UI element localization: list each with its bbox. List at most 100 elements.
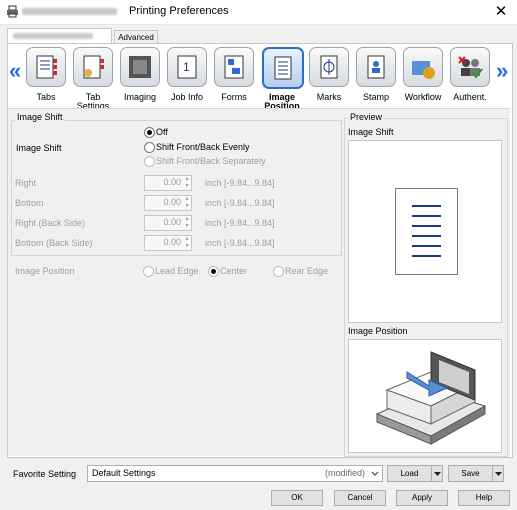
shift-separately-label: Shift Front/Back Separately — [156, 156, 266, 166]
window-title: Printing Preferences — [129, 5, 229, 17]
image-shift-label: Image Shift — [16, 143, 62, 153]
bottom-back-side-label: Bottom (Back Side) — [15, 238, 93, 248]
rear-edge-radio[interactable] — [273, 266, 284, 277]
right-back-side-unit: inch [-9.84...9.84] — [205, 218, 275, 228]
right-back-side-label: Right (Back Side) — [15, 218, 86, 228]
tab-device-label — [13, 33, 93, 39]
svg-text:1: 1 — [183, 60, 190, 74]
rear-edge-label: Rear Edge — [285, 266, 329, 276]
ok-button[interactable]: OK — [271, 490, 323, 506]
spinner-value: 0.00 — [163, 177, 181, 187]
preview-image-shift-title: Image Shift — [348, 127, 394, 137]
chevron-down-icon — [371, 471, 379, 476]
bottom-label: Bottom — [15, 198, 44, 208]
text-lines-icon — [412, 205, 441, 257]
tabs-icon — [36, 55, 57, 79]
spin-down-icon[interactable]: ▼ — [183, 243, 191, 250]
load-menu-button[interactable] — [431, 465, 443, 482]
spin-down-icon[interactable]: ▼ — [183, 223, 191, 230]
favorite-setting-select[interactable]: Default Settings (modified) — [87, 465, 383, 482]
center-radio[interactable] — [208, 266, 219, 277]
apply-button[interactable]: Apply — [396, 490, 448, 506]
paper-stack-illustration — [375, 351, 487, 445]
right-spinner[interactable]: 0.00 ▲ ▼ — [144, 175, 192, 191]
lead-edge-label: Lead Edge — [155, 266, 199, 276]
printer-icon — [7, 5, 18, 18]
toolbar-button-forms[interactable] — [214, 47, 254, 87]
shift-evenly-radio[interactable] — [144, 142, 155, 153]
job-info-icon: 1 — [177, 55, 197, 79]
toolbar-button-authent[interactable] — [450, 47, 490, 87]
bottom-unit: inch [-9.84...9.84] — [205, 198, 275, 208]
scroll-right-button[interactable]: » — [496, 60, 508, 82]
toolbar-label-authent: Authent. — [453, 92, 487, 102]
spinner-value: 0.00 — [163, 217, 181, 227]
center-label: Center — [220, 266, 248, 276]
load-button[interactable]: Load — [387, 465, 432, 482]
image-shift-group-title: Image Shift — [15, 112, 65, 122]
toolbar-label-forms: Forms — [221, 92, 247, 102]
spin-down-icon[interactable]: ▼ — [183, 203, 191, 210]
image-shift-preview — [348, 140, 502, 323]
image-shift-off-radio[interactable] — [144, 127, 155, 138]
toolbar-label-imaging: Imaging — [123, 92, 157, 102]
toolbar-button-tabs[interactable] — [26, 47, 66, 87]
right-unit: inch [-9.84...9.84] — [205, 178, 275, 188]
preview-page — [395, 188, 458, 275]
bottom-back-side-unit: inch [-9.84...9.84] — [205, 238, 275, 248]
toolbar-button-marks[interactable] — [309, 47, 349, 87]
save-menu-button[interactable] — [492, 465, 504, 482]
spin-down-icon[interactable]: ▼ — [183, 183, 191, 190]
toolbar-button-stamp[interactable] — [356, 47, 396, 87]
right-label: Right — [15, 178, 37, 188]
toolbar-button-image-position[interactable] — [262, 47, 304, 89]
image-position-icon — [274, 56, 292, 80]
scroll-left-button[interactable]: « — [9, 60, 21, 82]
preview-image-position-title: Image Position — [348, 326, 408, 336]
preview-group-title: Preview — [348, 112, 385, 122]
favorite-setting-label: Favorite Setting — [13, 469, 77, 479]
favorite-modified-label: (modified) — [325, 468, 366, 478]
imaging-icon — [129, 56, 151, 78]
toolbar-label-workflow: Workflow — [404, 92, 442, 102]
bottom-back-side-spinner[interactable]: 0.00 ▲ ▼ — [144, 235, 192, 251]
lead-edge-radio[interactable] — [143, 266, 154, 277]
toolbar-button-workflow[interactable] — [403, 47, 443, 87]
favorite-setting-value: Default Settings — [92, 468, 156, 478]
shift-evenly-label: Shift Front/Back Evenly — [156, 142, 250, 152]
tab-advanced[interactable]: Advanced — [114, 30, 158, 44]
title-device-name — [22, 8, 117, 15]
close-button[interactable]: ✕ — [490, 2, 512, 22]
right-back-side-spinner[interactable]: 0.00 ▲ ▼ — [144, 215, 192, 231]
dropdown-arrow-icon — [434, 472, 441, 476]
title-bar: Printing Preferences ✕ — [0, 0, 517, 25]
tab-settings-icon — [83, 55, 104, 79]
spin-up-icon[interactable]: ▲ — [183, 236, 191, 243]
image-position-label: Image Position — [15, 266, 75, 276]
cancel-button[interactable]: Cancel — [334, 490, 386, 506]
spinner-value: 0.00 — [163, 197, 181, 207]
workflow-icon — [412, 61, 435, 79]
toolbar-label-marks: Marks — [316, 92, 342, 102]
toolbar-button-job-info[interactable]: 1 — [167, 47, 207, 87]
shift-separately-radio[interactable] — [144, 156, 155, 167]
save-button[interactable]: Save — [448, 465, 493, 482]
image-shift-off-label: Off — [156, 127, 168, 137]
help-button[interactable]: Help — [458, 490, 510, 506]
image-position-preview — [348, 339, 502, 453]
toolbar-label-tabs: Tabs — [36, 92, 56, 102]
spinner-value: 0.00 — [163, 237, 181, 247]
dropdown-arrow-icon — [495, 472, 502, 476]
spin-up-icon[interactable]: ▲ — [183, 216, 191, 223]
bottom-spinner[interactable]: 0.00 ▲ ▼ — [144, 195, 192, 211]
stamp-icon — [367, 55, 385, 79]
forms-icon — [224, 55, 244, 79]
toolbar-label-stamp: Stamp — [362, 92, 389, 102]
toolbar-button-tab-settings[interactable] — [73, 47, 113, 87]
spin-up-icon[interactable]: ▲ — [183, 176, 191, 183]
marks-icon — [320, 55, 338, 79]
toolbar-button-imaging[interactable] — [120, 47, 160, 87]
toolbar-label-job-info: Job Info — [170, 92, 204, 102]
spin-up-icon[interactable]: ▲ — [183, 196, 191, 203]
authent-icon — [458, 56, 483, 79]
